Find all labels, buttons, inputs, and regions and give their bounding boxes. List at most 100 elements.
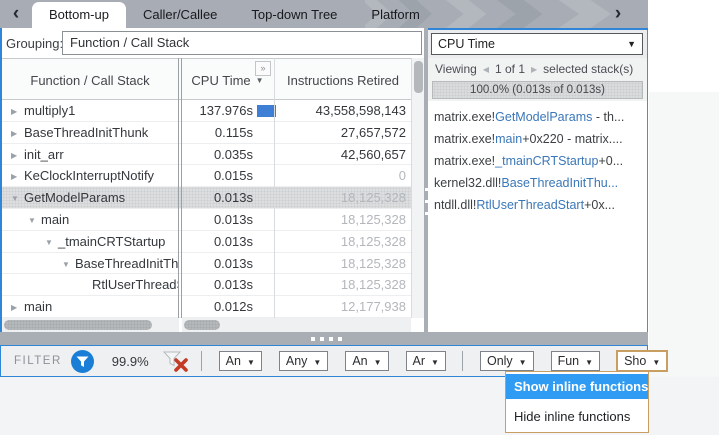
stack-frame-list: matrix.exe!GetModelParams - th... matrix… [428, 101, 647, 332]
filter-dropdown[interactable]: Fun [551, 351, 600, 371]
expand-arrow-icon[interactable]: ▼ [28, 210, 41, 231]
prev-stack-button[interactable]: ◀ [483, 65, 489, 74]
table-row[interactable]: ▼_tmainCRTStartup 0.013s 18,125,328 [2, 231, 411, 253]
chevron-down-icon [652, 354, 660, 368]
cpu-time-cell: 0.015s [181, 165, 253, 187]
tab-scroll-right-button[interactable]: › [608, 1, 628, 27]
menu-item[interactable]: Hide inline functions [506, 404, 648, 429]
chevron-down-icon [374, 354, 382, 368]
frame-offset: +0x220 - matrix.... [522, 132, 622, 146]
horizontal-scrollbars [2, 318, 426, 332]
stack-function-link[interactable]: GetModelParams [495, 110, 592, 124]
module-name: ntdll.dll! [434, 198, 476, 212]
frame-offset: +0x... [584, 198, 615, 212]
stack-viewing-row: Viewing ◀ 1 of 1 ▶ selected stack(s) [428, 58, 647, 80]
stack-metric-select[interactable]: CPU Time ▼ [431, 33, 643, 55]
stack-function-link[interactable]: RtlUserThreadStart [476, 198, 584, 212]
instructions-cell: 12,177,938 [277, 296, 406, 318]
function-name: multiply1 [24, 103, 75, 118]
chevron-down-icon [519, 354, 527, 368]
vertical-scrollbar-thumb[interactable] [414, 61, 423, 93]
function-name: main [41, 212, 69, 227]
grouping-combobox[interactable]: Function / Call Stack [62, 31, 422, 55]
cpu-time-cell: 0.012s [181, 296, 253, 318]
inline-functions-menu: Show inline functions Hide inline functi… [505, 371, 649, 433]
results-tab[interactable]: Platform [354, 0, 436, 28]
column-header-row: Function / Call Stack CPU Time ▼ » Instr… [2, 58, 411, 100]
viewing-label: Viewing [435, 62, 477, 76]
stack-function-link[interactable]: BaseThreadInitThu... [501, 176, 618, 190]
vtune-results-panel: ‹ Bottom-up Caller/Callee Top-down Tree … [0, 0, 648, 377]
expand-arrow-icon[interactable]: ▼ [11, 188, 24, 209]
filter-dropdown[interactable]: Only [480, 351, 534, 371]
cpu-time-cell: 0.035s [181, 144, 253, 166]
function-name: GetModelParams [24, 190, 125, 205]
instructions-cell: 27,657,572 [277, 122, 406, 144]
frame-offset: +0... [598, 154, 623, 168]
results-tab[interactable]: Bottom-up [32, 2, 126, 28]
function-name: BaseThreadInitThu [75, 256, 178, 271]
column-header-instructions[interactable]: Instructions Retired [275, 59, 411, 101]
instructions-cell: 43,558,598,143 [277, 100, 406, 122]
bottom-splitter[interactable] [0, 332, 648, 345]
horizontal-scrollbar-thumb[interactable] [4, 320, 152, 330]
filter-dropdown[interactable]: Any [279, 351, 328, 371]
table-row[interactable]: RtlUserThreadS 0.013s 18,125,328 [2, 274, 411, 296]
filter-dropdowns-left: An Any An Ar [202, 351, 446, 371]
grouping-bar: Grouping: Function / Call Stack [2, 28, 428, 58]
expand-arrow-icon[interactable]: ▼ [62, 254, 75, 275]
expand-arrow-icon[interactable]: ▶ [11, 101, 24, 122]
table-row[interactable]: ▶multiply1 137.976s 43,558,598,143 [2, 100, 411, 122]
viewing-suffix: selected stack(s) [543, 62, 633, 76]
pane-divider-line [178, 58, 179, 318]
expand-columns-button[interactable]: » [255, 61, 271, 76]
table-row[interactable]: ▼BaseThreadInitThu 0.013s 18,125,328 [2, 253, 411, 275]
table-row[interactable]: ▶BaseThreadInitThunk 0.115s 27,657,572 [2, 122, 411, 144]
table-row[interactable]: ▶KeClockInterruptNotify 0.015s 0 [2, 165, 411, 187]
expand-arrow-icon[interactable]: ▶ [11, 123, 24, 144]
results-tab[interactable]: Caller/Callee [126, 0, 234, 28]
column-header-function[interactable]: Function / Call Stack [2, 59, 178, 101]
table-row[interactable]: ▼GetModelParams 0.013s 18,125,328 [2, 187, 411, 209]
module-name: matrix.exe! [434, 154, 495, 168]
horizontal-scrollbar-thumb[interactable] [184, 320, 220, 330]
instructions-cell: 18,125,328 [277, 209, 406, 231]
cpu-time-cell: 0.013s [181, 253, 253, 275]
filter-dropdown[interactable]: Ar [406, 351, 446, 371]
stack-function-link[interactable]: _tmainCRTStartup [495, 154, 598, 168]
function-name: BaseThreadInitThunk [24, 125, 148, 140]
horizontal-scrollbar-left[interactable] [2, 318, 179, 332]
function-name: init_arr [24, 147, 64, 162]
filter-dropdown[interactable]: An [345, 351, 388, 371]
stack-metric-row: CPU Time ▼ [428, 30, 647, 58]
table-row[interactable]: ▶init_arr 0.035s 42,560,657 [2, 144, 411, 166]
grouping-label: Grouping: [6, 36, 63, 51]
stack-contribution-bar: 100.0% (0.013s of 0.013s) [432, 81, 643, 99]
filter-funnel-icon[interactable] [71, 350, 94, 373]
tab-scroll-left-button[interactable]: ‹ [6, 1, 26, 27]
clear-filter-icon[interactable] [163, 351, 189, 372]
stack-function-link[interactable]: main [495, 132, 522, 146]
module-name: matrix.exe! [434, 110, 495, 124]
expand-arrow-icon[interactable]: ▶ [11, 145, 24, 166]
results-tab[interactable]: Top-down Tree [234, 0, 354, 28]
next-stack-button[interactable]: ▶ [531, 65, 537, 74]
menu-item[interactable]: Show inline functions [506, 374, 648, 399]
expand-arrow-icon[interactable]: ▼ [45, 232, 58, 253]
function-name: _tmainCRTStartup [58, 234, 165, 249]
filter-dropdown[interactable]: Sho [617, 351, 667, 371]
table-row[interactable]: ▶main 0.012s 12,177,938 [2, 296, 411, 318]
expand-arrow-icon[interactable]: ▶ [11, 297, 24, 318]
module-name: kernel32.dll! [434, 176, 501, 190]
horizontal-scrollbar-right[interactable] [182, 318, 411, 332]
cpu-time-cell: 0.013s [181, 274, 253, 296]
cpu-time-cell: 0.013s [181, 187, 253, 209]
table-row[interactable]: ▼main 0.013s 18,125,328 [2, 209, 411, 231]
function-grid-pane: Function / Call Stack CPU Time ▼ » Instr… [2, 58, 428, 332]
instructions-cell: 0 [277, 165, 406, 187]
expand-arrow-icon[interactable]: ▶ [11, 166, 24, 187]
instructions-cell: 18,125,328 [277, 187, 406, 209]
tab-strip: Bottom-up Caller/Callee Top-down Tree Pl… [32, 0, 437, 28]
pane-divider-line [181, 58, 182, 318]
filter-dropdown[interactable]: An [219, 351, 262, 371]
